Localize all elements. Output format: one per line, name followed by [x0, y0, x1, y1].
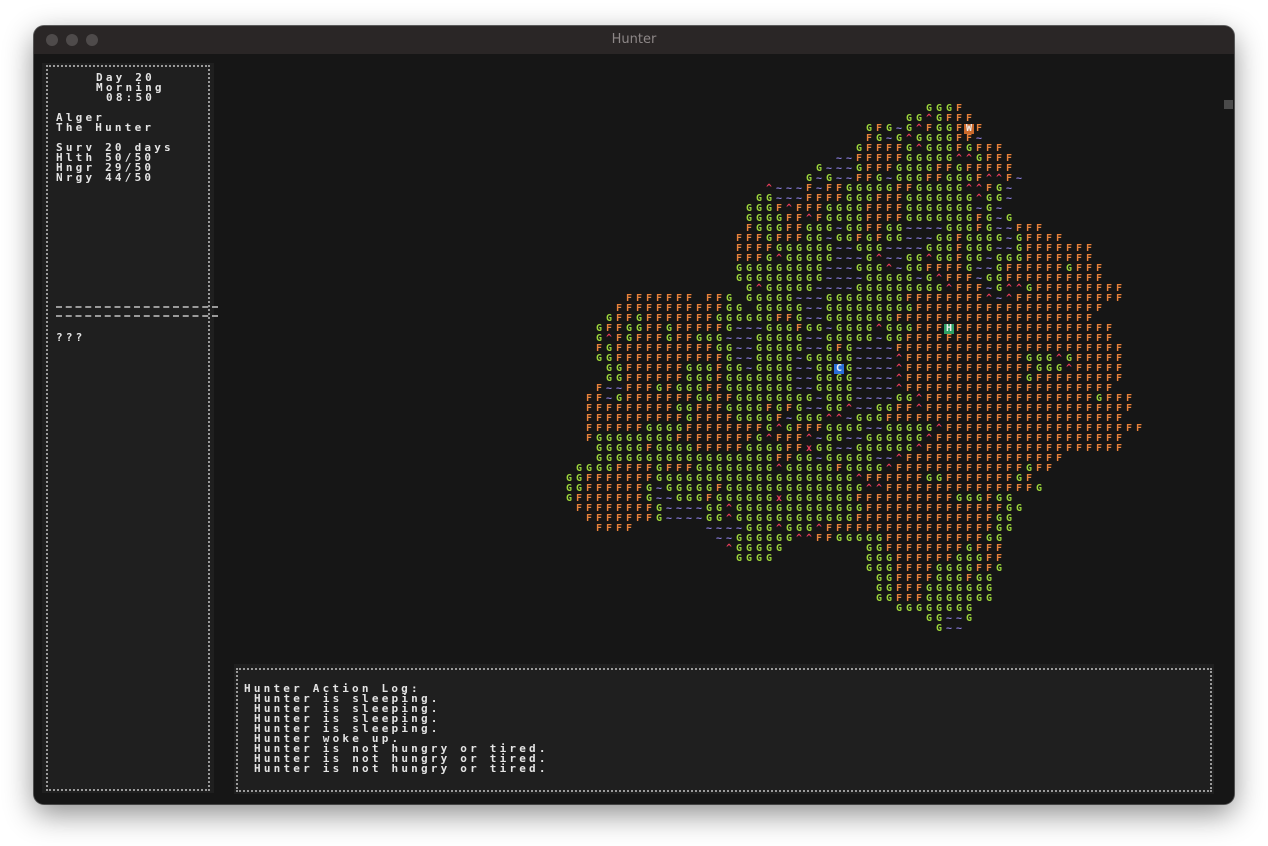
map-tile-water: ~	[715, 533, 723, 544]
map-tile-forest: F	[1025, 483, 1033, 494]
map-tile-grass: G	[745, 553, 753, 564]
map-tile-mountain: ^	[795, 533, 803, 544]
map-tile-grass: G	[925, 613, 933, 624]
character-role: The Hunter	[56, 121, 155, 134]
map-tile-forest: F	[1125, 423, 1133, 434]
map-tile-grass: G	[785, 533, 793, 544]
map-tile-forest: F	[585, 513, 593, 524]
map-tile-forest: F	[815, 533, 823, 544]
map-tile-grass: G	[1035, 483, 1043, 494]
map-tile-water: ~	[955, 623, 963, 634]
scrollbar-thumb[interactable]	[1224, 100, 1233, 109]
unknown-info-label: ???	[56, 331, 86, 344]
map-tile-forest: F	[825, 533, 833, 544]
map-tile-water: ~	[705, 523, 713, 534]
action-log-panel: Hunter Action Log: Hunter is sleeping. H…	[234, 664, 1214, 794]
map-tile-forest: F	[1135, 423, 1143, 434]
map-tile-grass: G	[905, 603, 913, 614]
window-title: Hunter	[611, 32, 657, 47]
map-tile-forest: F	[585, 433, 593, 444]
map-tile-forest: F	[1085, 443, 1093, 454]
map-tile-grass: G	[995, 563, 1003, 574]
terminal-canvas: Day 20 Morning 08:50 Alger The Hunter Su…	[34, 54, 1234, 804]
map-tile-grass: G	[655, 513, 663, 524]
map-tile-grass: G	[865, 563, 873, 574]
map-tile-forest: F	[1105, 443, 1113, 454]
map-tile-forest: F	[1125, 403, 1133, 414]
map-tile-grass: G	[875, 593, 883, 604]
map-tile-forest: F	[615, 523, 623, 534]
map-tile-grass: G	[1015, 503, 1023, 514]
map-tile-forest: F	[1035, 463, 1043, 474]
map-tile-grass: G	[975, 593, 983, 604]
map-tile-forest: F	[645, 513, 653, 524]
map-tile-forest: F	[1115, 373, 1123, 384]
map-tile-forest: F	[1105, 293, 1113, 304]
map-tile-grass: G	[765, 553, 773, 564]
map-tile-water: ~	[675, 513, 683, 524]
map-tile-forest: F	[1045, 463, 1053, 474]
map-tile-water: ~	[1015, 173, 1023, 184]
map-tile-mountain: ^	[805, 533, 813, 544]
map-tile-grass: G	[735, 273, 743, 284]
map-tile-forest: F	[1115, 443, 1123, 454]
map-tile-grass: G	[885, 593, 893, 604]
panel-divider-top	[56, 306, 218, 308]
map-tile-grass: G	[935, 623, 943, 634]
status-panel: Day 20 Morning 08:50 Alger The Hunter Su…	[42, 63, 218, 793]
map-tile-forest: F	[625, 523, 633, 534]
map-tile-forest: F	[605, 523, 613, 534]
map-tile-forest: F	[1015, 483, 1023, 494]
map-tile-grass: G	[1005, 523, 1013, 534]
map-tile-grass: G	[735, 553, 743, 564]
map-tile-forest: F	[1055, 453, 1063, 464]
map-tile-forest: F	[1075, 443, 1083, 454]
energy-stat: Nrgy 44/50	[56, 171, 155, 184]
map-tile-grass: G	[965, 613, 973, 624]
map-tile-forest: F	[635, 513, 643, 524]
map-tile-grass: G	[755, 553, 763, 564]
map-tile-grass: G	[835, 533, 843, 544]
map-tile-forest: F	[595, 523, 603, 534]
panel-divider-bottom	[56, 315, 218, 317]
map-tile-grass: G	[985, 593, 993, 604]
map-tile-forest: F	[1115, 293, 1123, 304]
map-tile-water: ~	[1005, 193, 1013, 204]
map-tile-grass: G	[565, 493, 573, 504]
map-tile-grass: G	[895, 603, 903, 614]
title-bar[interactable]: Hunter	[34, 26, 1234, 55]
map-tile-water: ~	[685, 513, 693, 524]
time-label: 08:50	[106, 91, 156, 104]
map-tile-water: ~	[695, 513, 703, 524]
map-tile-mountain: ^	[725, 543, 733, 554]
map-tile-grass: G	[595, 353, 603, 364]
map-tile-water: ~	[945, 623, 953, 634]
map-tile-grass: G	[775, 543, 783, 554]
map-tile-forest: F	[1095, 303, 1103, 314]
map-tile-grass: G	[915, 603, 923, 614]
map-tile-forest: F	[575, 503, 583, 514]
app-window: Hunter Day 20 Morning 08:50 Alger The Hu…	[34, 26, 1234, 804]
map-tile-forest: F	[1065, 443, 1073, 454]
map-tile-water: ~	[665, 513, 673, 524]
map-tile-grass: G	[745, 293, 753, 304]
log-entry: Hunter is not hungry or tired.	[254, 762, 549, 775]
map-tile-grass: G	[845, 533, 853, 544]
map-tile-forest: F	[1095, 443, 1103, 454]
map-tile-grass: G	[855, 533, 863, 544]
